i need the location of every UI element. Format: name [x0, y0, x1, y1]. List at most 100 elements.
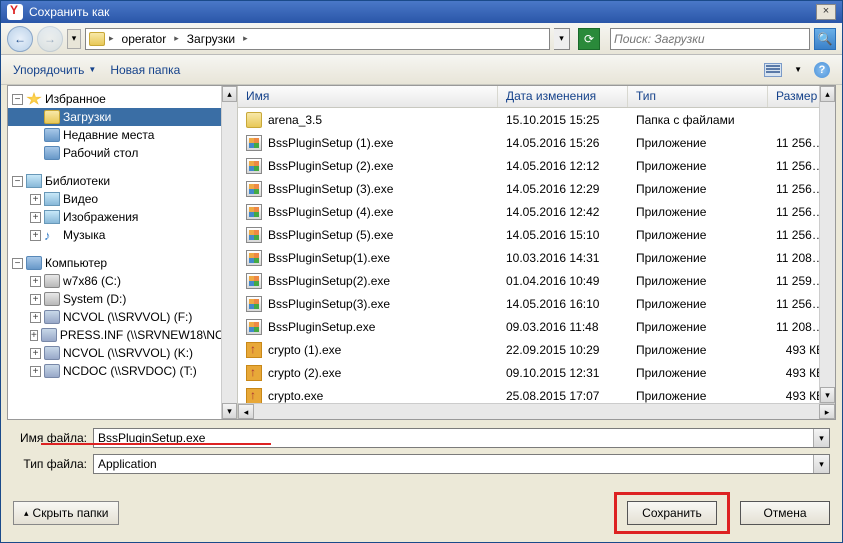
tree-videos[interactable]: +Видео	[8, 190, 237, 208]
breadcrumb[interactable]: ▸ operator ▸ Загрузки ▸	[85, 28, 550, 50]
col-type[interactable]: Тип	[628, 86, 768, 107]
file-name: BssPluginSetup(2).exe	[268, 274, 390, 288]
tree-drive[interactable]: +NCDOC (\\SRVDOC) (T:)	[8, 362, 237, 380]
breadcrumb-seg[interactable]: Загрузки	[183, 32, 239, 46]
tree-libraries[interactable]: −Библиотеки	[8, 172, 237, 190]
file-name: crypto (2).exe	[268, 366, 341, 380]
save-button[interactable]: Сохранить	[627, 501, 717, 525]
search-input[interactable]	[614, 32, 806, 46]
collapse-icon[interactable]: −	[12, 176, 23, 187]
file-row[interactable]: BssPluginSetup (1).exe14.05.2016 15:26Пр…	[238, 131, 835, 154]
expand-icon[interactable]: +	[30, 230, 41, 241]
breadcrumb-dropdown[interactable]: ▾	[554, 28, 570, 50]
file-icon	[246, 112, 262, 128]
help-button[interactable]: ?	[814, 62, 830, 78]
save-dialog: Сохранить как × ← → ▾ ▸ operator ▸ Загру…	[0, 0, 843, 543]
scroll-right-button[interactable]: ▸	[819, 404, 835, 419]
tree-downloads[interactable]: Загрузки	[8, 108, 237, 126]
scroll-up-button[interactable]: ▴	[820, 86, 835, 102]
col-name[interactable]: Имя	[238, 86, 498, 107]
collapse-icon[interactable]: −	[12, 94, 23, 105]
chevron-right-icon[interactable]: ▸	[174, 33, 179, 44]
chevron-right-icon[interactable]: ▸	[109, 33, 114, 44]
file-row[interactable]: BssPluginSetup (3).exe14.05.2016 12:29Пр…	[238, 177, 835, 200]
expand-icon[interactable]: +	[30, 276, 41, 287]
file-row[interactable]: crypto (2).exe09.10.2015 12:31Приложение…	[238, 361, 835, 384]
highlight-annotation	[41, 443, 271, 445]
file-type: Приложение	[628, 343, 768, 357]
tree-music[interactable]: +Музыка	[8, 226, 237, 244]
tree-drive[interactable]: +PRESS.INF (\\SRVNEW18\NCNEW	[8, 326, 237, 344]
scroll-up-button[interactable]: ▴	[222, 86, 237, 102]
tree-drive[interactable]: +NCVOL (\\SRVVOL) (F:)	[8, 308, 237, 326]
collapse-icon[interactable]: −	[12, 258, 23, 269]
chevron-right-icon[interactable]: ▸	[243, 33, 248, 44]
filetype-dropdown[interactable]: ▾	[813, 455, 829, 473]
file-date: 10.03.2016 14:31	[498, 251, 628, 265]
hide-folders-button[interactable]: ▴Скрыть папки	[13, 501, 119, 525]
file-name: BssPluginSetup(3).exe	[268, 297, 390, 311]
tree-computer[interactable]: −Компьютер	[8, 254, 237, 272]
app-icon	[7, 4, 23, 20]
scroll-down-button[interactable]: ▾	[222, 403, 237, 419]
expand-icon[interactable]: +	[30, 348, 41, 359]
titlebar[interactable]: Сохранить как ×	[1, 1, 842, 23]
tree-desktop[interactable]: Рабочий стол	[8, 144, 237, 162]
file-row[interactable]: BssPluginSetup(1).exe10.03.2016 14:31При…	[238, 246, 835, 269]
file-list-header: Имя Дата изменения Тип Размер	[238, 86, 835, 108]
file-row[interactable]: BssPluginSetup (4).exe14.05.2016 12:42Пр…	[238, 200, 835, 223]
expand-icon[interactable]: +	[30, 330, 38, 341]
file-date: 14.05.2016 15:26	[498, 136, 628, 150]
network-drive-icon	[41, 328, 57, 342]
tree-drive[interactable]: +w7x86 (C:)	[8, 272, 237, 290]
expand-icon[interactable]: +	[30, 212, 41, 223]
file-row[interactable]: BssPluginSetup(3).exe14.05.2016 16:10При…	[238, 292, 835, 315]
file-row[interactable]: crypto (1).exe22.09.2015 10:29Приложение…	[238, 338, 835, 361]
col-date[interactable]: Дата изменения	[498, 86, 628, 107]
tree-recent[interactable]: Недавние места	[8, 126, 237, 144]
filetype-input[interactable]	[94, 455, 813, 473]
file-scrollbar-v[interactable]: ▴ ▾	[819, 86, 835, 403]
file-type: Приложение	[628, 159, 768, 173]
search-button[interactable]: 🔍	[814, 28, 836, 50]
footer: ▴Скрыть папки Сохранить Отмена	[13, 492, 830, 534]
file-name: BssPluginSetup (1).exe	[268, 136, 393, 150]
filetype-field[interactable]: ▾	[93, 454, 830, 474]
tree-pictures[interactable]: +Изображения	[8, 208, 237, 226]
file-row[interactable]: arena_3.515.10.2015 15:25Папка с файлами	[238, 108, 835, 131]
tree-drive[interactable]: +System (D:)	[8, 290, 237, 308]
video-icon	[44, 192, 60, 206]
view-options-button[interactable]	[764, 63, 782, 77]
scroll-down-button[interactable]: ▾	[820, 387, 835, 403]
expand-icon[interactable]: +	[30, 194, 41, 205]
breadcrumb-seg[interactable]: operator	[118, 32, 171, 46]
file-row[interactable]: BssPluginSetup (2).exe14.05.2016 12:12Пр…	[238, 154, 835, 177]
new-folder-button[interactable]: Новая папка	[110, 63, 180, 77]
file-row[interactable]: BssPluginSetup.exe09.03.2016 11:48Прилож…	[238, 315, 835, 338]
file-scrollbar-h[interactable]: ◂ ▸	[238, 403, 835, 419]
refresh-button[interactable]: ⟳	[578, 28, 600, 50]
forward-button[interactable]: →	[37, 26, 63, 52]
file-icon	[246, 273, 262, 289]
filename-field[interactable]: ▾	[93, 428, 830, 448]
back-button[interactable]: ←	[7, 26, 33, 52]
scroll-left-button[interactable]: ◂	[238, 404, 254, 419]
expand-icon[interactable]: +	[30, 366, 41, 377]
tree-scrollbar[interactable]: ▴ ▾	[221, 86, 237, 419]
tree-drive[interactable]: +NCVOL (\\SRVVOL) (K:)	[8, 344, 237, 362]
folder-tree: −Избранное Загрузки Недавние места Рабоч…	[8, 86, 238, 419]
file-icon	[246, 388, 262, 404]
chevron-down-icon[interactable]: ▼	[794, 65, 802, 74]
cancel-button[interactable]: Отмена	[740, 501, 830, 525]
expand-icon[interactable]: +	[30, 294, 41, 305]
organize-button[interactable]: Упорядочить▼	[13, 63, 96, 77]
filename-dropdown[interactable]: ▾	[813, 429, 829, 447]
search-box[interactable]	[610, 28, 810, 50]
tree-favorites[interactable]: −Избранное	[8, 90, 237, 108]
file-row[interactable]: BssPluginSetup (5).exe14.05.2016 15:10Пр…	[238, 223, 835, 246]
nav-history-dropdown[interactable]: ▾	[67, 29, 81, 49]
file-date: 09.10.2015 12:31	[498, 366, 628, 380]
file-row[interactable]: BssPluginSetup(2).exe01.04.2016 10:49При…	[238, 269, 835, 292]
close-button[interactable]: ×	[816, 4, 836, 20]
expand-icon[interactable]: +	[30, 312, 41, 323]
